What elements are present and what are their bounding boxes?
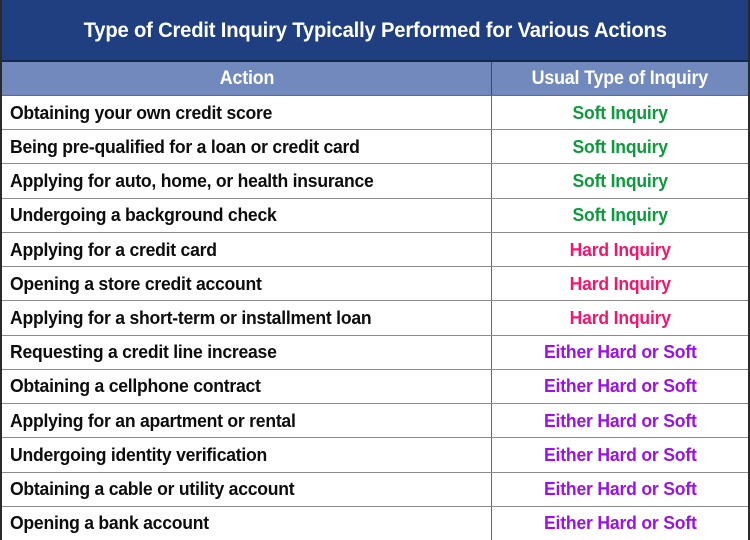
action-label: Being pre-qualified for a loan or credit… (10, 135, 360, 157)
cell-action: Obtaining your own credit score (2, 96, 492, 130)
cell-action: Obtaining a cable or utility account (2, 472, 492, 506)
table-row: Obtaining a cellphone contract Either Har… (2, 369, 748, 405)
cell-inquiry-type: Soft Inquiry (492, 96, 748, 129)
cell-action: Applying for a credit card (2, 232, 492, 267)
inquiry-type-label: Soft Inquiry (572, 204, 668, 226)
action-label: Opening a store credit account (10, 272, 262, 294)
column-header-action-label: Action (219, 67, 274, 89)
cell-inquiry-type: Either Hard or Soft (492, 336, 748, 369)
cell-action: Obtaining a cellphone contract (2, 369, 492, 404)
table-header-row: Action Usual Type of Inquiry (2, 62, 748, 96)
table-row: Opening a store credit account Hard Inqui… (2, 267, 748, 302)
cell-inquiry-type: Either Hard or Soft (492, 473, 748, 506)
table-row: Applying for auto, home, or health insur… (2, 164, 748, 199)
inquiry-type-label: Hard Inquiry (569, 272, 671, 294)
cell-inquiry-type: Hard Inquiry (492, 267, 748, 300)
cell-inquiry-type: Hard Inquiry (492, 301, 748, 334)
cell-inquiry-type: Hard Inquiry (492, 233, 748, 266)
cell-action: Applying for a short-term or installment… (2, 301, 492, 335)
cell-inquiry-type: Either Hard or Soft (492, 404, 748, 437)
inquiry-type-label: Hard Inquiry (569, 307, 671, 329)
inquiry-type-label: Either Hard or Soft (543, 478, 697, 500)
action-label: Applying for a short-term or installment… (10, 307, 372, 329)
action-label: Obtaining your own credit score (10, 101, 273, 123)
table-row: Applying for an apartment or rental Eithe… (2, 404, 748, 439)
cell-action: Opening a bank account (2, 506, 492, 540)
table-title-bar: Type of Credit Inquiry Typically Perform… (2, 0, 748, 62)
column-header-inquiry: Usual Type of Inquiry (492, 62, 748, 95)
action-label: Applying for an apartment or rental (10, 409, 296, 431)
inquiry-type-label: Either Hard or Soft (543, 409, 697, 431)
action-label: Undergoing a background check (10, 204, 277, 226)
table-row: Applying for a short-term or installment… (2, 301, 748, 336)
inquiry-type-label: Either Hard or Soft (543, 341, 697, 363)
cell-action: Applying for an apartment or rental (2, 404, 492, 438)
table-row: Undergoing identity verification Either H… (2, 438, 748, 473)
page-title: Type of Credit Inquiry Typically Perform… (83, 17, 667, 42)
cell-inquiry-type: Either Hard or Soft (492, 438, 748, 471)
cell-action: Undergoing a background check (2, 198, 492, 232)
action-label: Obtaining a cellphone contract (10, 375, 261, 397)
cell-inquiry-type: Soft Inquiry (492, 130, 748, 163)
table-body: Obtaining your own credit score Soft Inqu… (2, 96, 748, 540)
credit-inquiry-table: Type of Credit Inquiry Typically Perform… (0, 0, 750, 540)
table-row: Being pre-qualified for a loan or credit… (2, 130, 748, 165)
action-label: Applying for auto, home, or health insur… (10, 170, 374, 192)
inquiry-type-label: Either Hard or Soft (543, 443, 697, 465)
table-row: Obtaining a cable or utility account Eith… (2, 472, 748, 507)
cell-inquiry-type: Either Hard or Soft (492, 507, 748, 540)
cell-action: Being pre-qualified for a loan or credit… (2, 130, 492, 164)
action-label: Opening a bank account (10, 512, 209, 534)
cell-inquiry-type: Soft Inquiry (492, 164, 748, 197)
action-label: Obtaining a cable or utility account (10, 478, 295, 500)
cell-action: Opening a store credit account (2, 267, 492, 301)
cell-action: Requesting a credit line increase (2, 335, 492, 369)
table-row: Obtaining your own credit score Soft Inqu… (2, 96, 748, 131)
inquiry-type-label: Hard Inquiry (569, 238, 671, 260)
inquiry-type-label: Soft Inquiry (572, 101, 668, 123)
inquiry-type-label: Either Hard or Soft (543, 375, 697, 397)
action-label: Undergoing identity verification (10, 443, 268, 465)
table-row: Opening a bank account Either Hard or Sof… (2, 506, 748, 540)
cell-inquiry-type: Either Hard or Soft (492, 370, 748, 403)
column-header-inquiry-label: Usual Type of Inquiry (531, 67, 709, 89)
table-row: Undergoing a background check Soft Inquir… (2, 198, 748, 233)
table-row: Applying for a credit card Hard Inquiry (2, 232, 748, 268)
cell-inquiry-type: Soft Inquiry (492, 199, 748, 232)
table-row: Requesting a credit line increase Either … (2, 335, 748, 370)
action-label: Requesting a credit line increase (10, 341, 277, 363)
inquiry-type-label: Soft Inquiry (572, 135, 668, 157)
cell-action: Undergoing identity verification (2, 438, 492, 472)
column-header-action: Action (2, 62, 492, 95)
inquiry-type-label: Either Hard or Soft (543, 512, 697, 534)
action-label: Applying for a credit card (10, 238, 217, 260)
cell-action: Applying for auto, home, or health insur… (2, 164, 492, 198)
inquiry-type-label: Soft Inquiry (572, 170, 668, 192)
